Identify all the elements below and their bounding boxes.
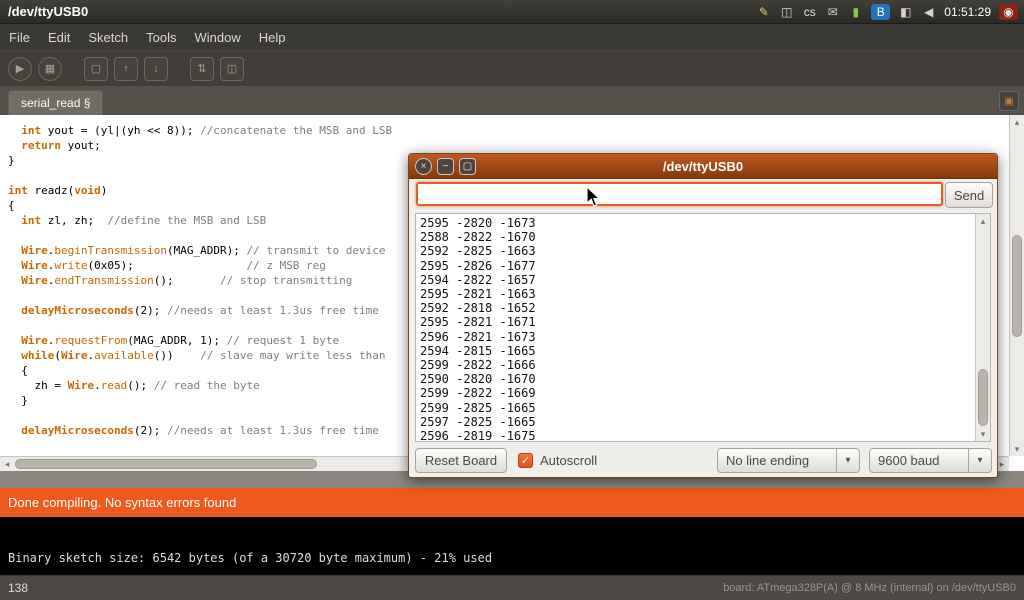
verify-button[interactable]: ▶ [8,57,32,81]
scroll-down-icon[interactable]: ▾ [976,427,990,441]
toolbar: ▶▦ ▢↑↓ ⇅◫ [0,50,1024,86]
menu-edit[interactable]: Edit [39,25,79,50]
serial-monitor-title: /dev/ttyUSB0 [409,159,997,174]
mouse-cursor [586,186,602,208]
serial-output-line: 2599 -2825 -1665 [420,401,972,415]
serial-output-line: 2590 -2820 -1670 [420,372,972,386]
system-tray: ✎ ◫ cs ✉ ▮ B ◧ ◀ 01:51:29 ◉ [756,4,1024,20]
bluetooth-icon[interactable]: B [871,4,890,20]
chevron-down-icon[interactable]: ▾ [968,449,991,472]
autoscroll-label: Autoscroll [540,453,597,468]
mail-icon[interactable]: ✉ [825,4,840,20]
serial-monitor-button[interactable]: ◫ [220,57,244,81]
send-button[interactable]: Send [945,182,993,208]
network-icon[interactable]: ◧ [898,4,913,20]
top-panel: /dev/ttyUSB0 ✎ ◫ cs ✉ ▮ B ◧ ◀ 01:51:29 ◉ [0,0,1024,24]
serial-output-line: 2596 -2821 -1673 [420,330,972,344]
serial-monitor-window: /dev/ttyUSB0 × − ▢ Send 2595 -2820 -1673… [408,153,998,478]
workgroup-icon[interactable]: ◫ [779,4,794,20]
tab-serial-read[interactable]: serial_read § [8,90,103,115]
serial-output-line: 2592 -2825 -1663 [420,244,972,258]
panel-clock[interactable]: 01:51:29 [944,5,991,19]
scroll-up-icon[interactable]: ▴ [976,214,990,228]
editor-hscroll-thumb[interactable] [15,459,317,469]
menu-sketch[interactable]: Sketch [79,25,137,50]
serial-output[interactable]: 2595 -2820 -16732588 -2822 -16702592 -28… [415,213,991,442]
reset-board-button[interactable]: Reset Board [415,448,507,473]
upload-button[interactable]: ⇅ [190,57,214,81]
serial-output-line: 2588 -2822 -1670 [420,230,972,244]
close-icon[interactable]: × [415,158,432,175]
board-info: board: ATmega328P(A) @ 8 MHz (internal) … [723,582,1016,594]
scroll-down-icon[interactable]: ▾ [1010,442,1024,456]
serial-output-line: 2595 -2821 -1663 [420,287,972,301]
serial-output-line: 2596 -2819 -1675 [420,429,972,442]
menu-file[interactable]: File [0,25,39,50]
serial-output-line: 2594 -2815 -1665 [420,344,972,358]
save-button[interactable]: ↓ [144,57,168,81]
serial-output-line: 2594 -2822 -1657 [420,273,972,287]
console: Binary sketch size: 6542 bytes (of a 307… [0,517,1024,575]
tab-bar: serial_read § ▣ [0,86,1024,115]
notes-icon[interactable]: ✎ [756,4,771,20]
session-menu-icon[interactable]: ◉ [999,4,1018,20]
serial-input[interactable] [416,182,943,206]
serial-scroll-thumb[interactable] [978,369,988,426]
panel-window-title: /dev/ttyUSB0 [0,4,88,19]
line-number-indicator: 138 [8,581,28,595]
line-ending-select[interactable]: No line ending ▾ [717,448,860,473]
menu-help[interactable]: Help [250,25,295,50]
baud-value: 9600 baud [878,453,939,468]
code-line: int yout = (yl|(yh << 8)); //concatenate… [8,123,1009,138]
serial-output-line: 2595 -2820 -1673 [420,216,972,230]
serial-output-line: 2595 -2826 -1677 [420,259,972,273]
serial-scrollbar[interactable]: ▴ ▾ [975,214,990,441]
status-bar: 138 board: ATmega328P(A) @ 8 MHz (intern… [0,575,1024,600]
serial-monitor-titlebar[interactable]: /dev/ttyUSB0 × − ▢ [409,154,997,179]
stop-button[interactable]: ▦ [38,57,62,81]
serial-output-line: 2595 -2821 -1671 [420,315,972,329]
line-ending-value: No line ending [726,453,809,468]
compile-status-message: Done compiling. No syntax errors found [8,495,236,510]
chevron-down-icon[interactable]: ▾ [836,449,859,472]
menu-tools[interactable]: Tools [137,25,185,50]
serial-output-line: 2599 -2822 -1669 [420,386,972,400]
battery-icon[interactable]: ▮ [848,4,863,20]
serial-output-line: 2599 -2822 -1666 [420,358,972,372]
editor-vertical-scrollbar[interactable]: ▴ ▾ [1009,115,1024,456]
serial-output-lines: 2595 -2820 -16732588 -2822 -16702592 -28… [420,216,972,442]
minimize-icon[interactable]: − [437,158,454,175]
volume-icon[interactable]: ◀ [921,4,936,20]
tab-label: serial_read § [21,96,90,110]
serial-output-line: 2597 -2825 -1665 [420,415,972,429]
menu-window[interactable]: Window [185,25,249,50]
compile-status-bar: Done compiling. No syntax errors found [0,488,1024,517]
autoscroll-checkbox[interactable]: ✓ [518,453,533,468]
code-line: return yout; [8,138,1009,153]
serial-monitor-icon[interactable]: ▣ [999,91,1019,111]
serial-output-line: 2592 -2818 -1652 [420,301,972,315]
screen: /dev/ttyUSB0 ✎ ◫ cs ✉ ▮ B ◧ ◀ 01:51:29 ◉ FileEdi… [0,0,1024,600]
console-output: Binary sketch size: 6542 bytes (of a 307… [8,551,1024,565]
editor-vscroll-thumb[interactable] [1012,235,1022,337]
new-sketch-button[interactable]: ▢ [84,57,108,81]
scroll-left-icon[interactable]: ◂ [0,457,14,471]
baud-select[interactable]: 9600 baud ▾ [869,448,992,473]
menu-bar: FileEditSketchToolsWindowHelp [0,24,1024,50]
maximize-icon[interactable]: ▢ [459,158,476,175]
open-button[interactable]: ↑ [114,57,138,81]
scroll-up-icon[interactable]: ▴ [1010,115,1024,129]
keyboard-indicator[interactable]: cs [802,4,817,20]
